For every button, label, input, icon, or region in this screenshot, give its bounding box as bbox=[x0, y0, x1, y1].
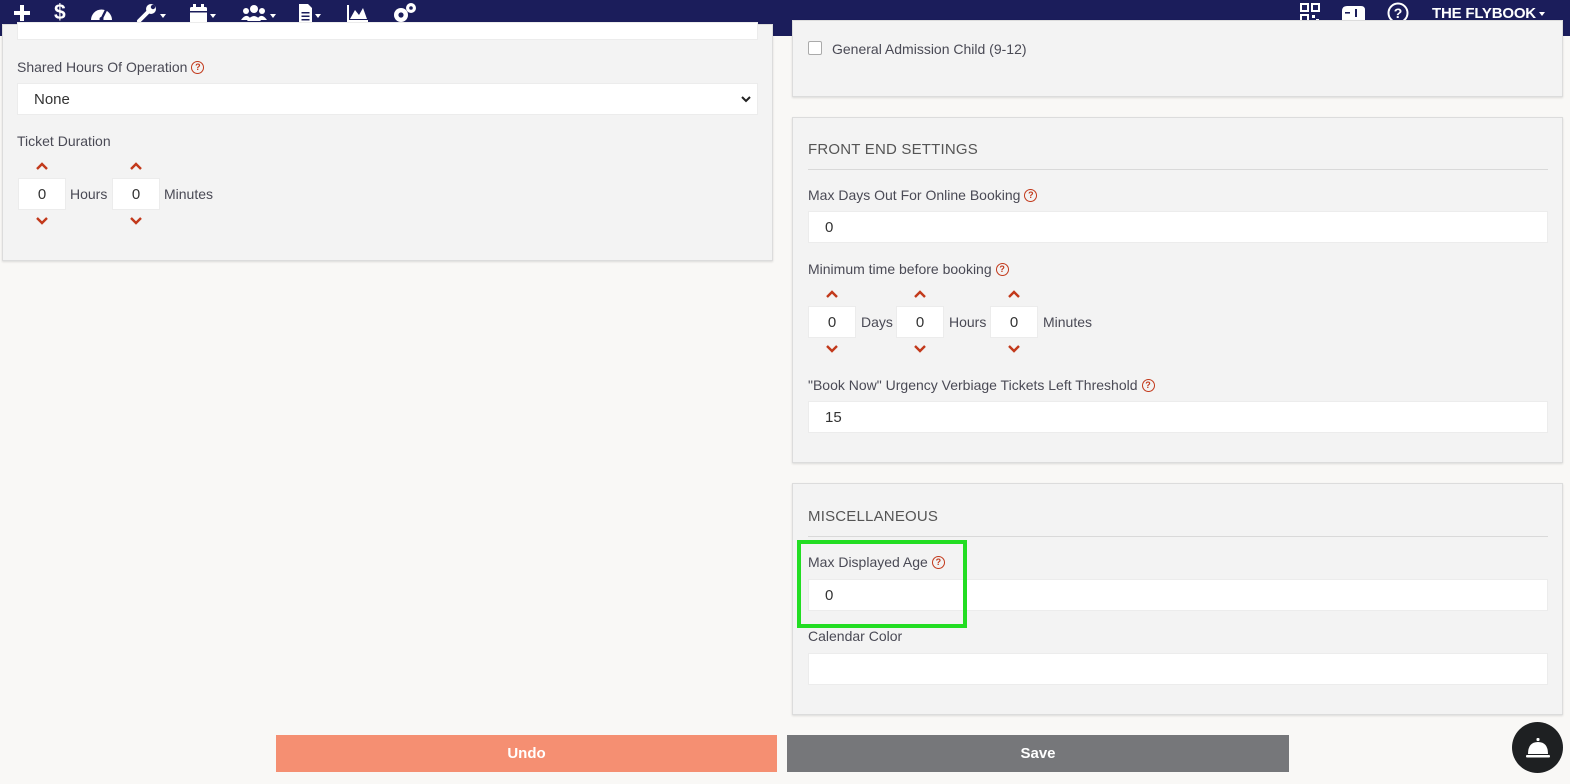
minutes-increment-arrow[interactable] bbox=[128, 161, 144, 171]
min-minutes-unit-label: Minutes bbox=[1043, 314, 1093, 330]
ticket-types-panel bbox=[792, 20, 1563, 97]
urgency-threshold-input[interactable]: 15 bbox=[808, 401, 1548, 433]
calendar-color-input[interactable] bbox=[808, 653, 1548, 685]
brand-name: THE FLYBOOK bbox=[1432, 4, 1536, 22]
help-icon[interactable]: ? bbox=[995, 262, 1009, 276]
help-icon[interactable]: ? bbox=[1024, 188, 1038, 202]
help-icon[interactable]: ? bbox=[1141, 378, 1155, 392]
ticket-duration-label: Ticket Duration bbox=[17, 133, 111, 149]
svg-text:?: ? bbox=[1394, 5, 1403, 21]
min-minutes-increment-arrow[interactable] bbox=[1006, 289, 1022, 299]
general-admission-child-checkbox[interactable] bbox=[808, 41, 822, 55]
duration-minutes-input[interactable]: 0 bbox=[112, 178, 160, 210]
days-decrement-arrow[interactable] bbox=[824, 344, 840, 354]
miscellaneous-title: MISCELLANEOUS bbox=[808, 508, 939, 525]
shared-hours-value: None bbox=[34, 90, 70, 108]
min-minutes-decrement-arrow[interactable] bbox=[1006, 344, 1022, 354]
front-end-settings-title: FRONT END SETTINGS bbox=[808, 141, 978, 158]
minutes-decrement-arrow[interactable] bbox=[128, 216, 144, 226]
min-hours-unit-label: Hours bbox=[949, 314, 987, 330]
days-increment-arrow[interactable] bbox=[824, 289, 840, 299]
max-days-input[interactable]: 0 bbox=[808, 211, 1548, 243]
service-bell-button[interactable] bbox=[1512, 722, 1563, 773]
calendar-color-label: Calendar Color bbox=[808, 628, 903, 644]
urgency-threshold-label: "Book Now" Urgency Verbiage Tickets Left… bbox=[808, 376, 1155, 394]
top-cut-input[interactable] bbox=[17, 22, 758, 40]
section-divider bbox=[808, 169, 1548, 170]
max-days-label: Max Days Out For Online Booking ? bbox=[808, 186, 1038, 204]
min-minutes-input[interactable]: 0 bbox=[990, 306, 1038, 338]
hours-increment-arrow[interactable] bbox=[34, 161, 50, 171]
help-icon[interactable]: ? bbox=[191, 60, 205, 74]
duration-hours-input[interactable]: 0 bbox=[18, 178, 66, 210]
highlight-box bbox=[797, 540, 967, 628]
general-admission-child-label: General Admission Child (9-12) bbox=[832, 41, 1027, 57]
save-button[interactable]: Save bbox=[787, 735, 1289, 772]
chevron-down-icon bbox=[1538, 12, 1545, 16]
hours-unit-label: Hours bbox=[70, 186, 108, 202]
min-hours-input[interactable]: 0 bbox=[896, 306, 944, 338]
shared-hours-select[interactable]: None bbox=[17, 83, 758, 115]
chevron-down-icon bbox=[741, 95, 751, 102]
shared-hours-label: Shared Hours Of Operation ? bbox=[17, 58, 205, 76]
minutes-unit-label: Minutes bbox=[164, 186, 214, 202]
days-unit-label: Days bbox=[861, 314, 893, 330]
undo-button[interactable]: Undo bbox=[276, 735, 777, 772]
bell-icon bbox=[1525, 737, 1550, 757]
section-divider bbox=[808, 536, 1548, 537]
min-time-label: Minimum time before booking ? bbox=[808, 260, 1009, 278]
min-hours-increment-arrow[interactable] bbox=[912, 289, 928, 299]
min-days-input[interactable]: 0 bbox=[808, 306, 856, 338]
min-hours-decrement-arrow[interactable] bbox=[912, 344, 928, 354]
hours-decrement-arrow[interactable] bbox=[34, 216, 50, 226]
